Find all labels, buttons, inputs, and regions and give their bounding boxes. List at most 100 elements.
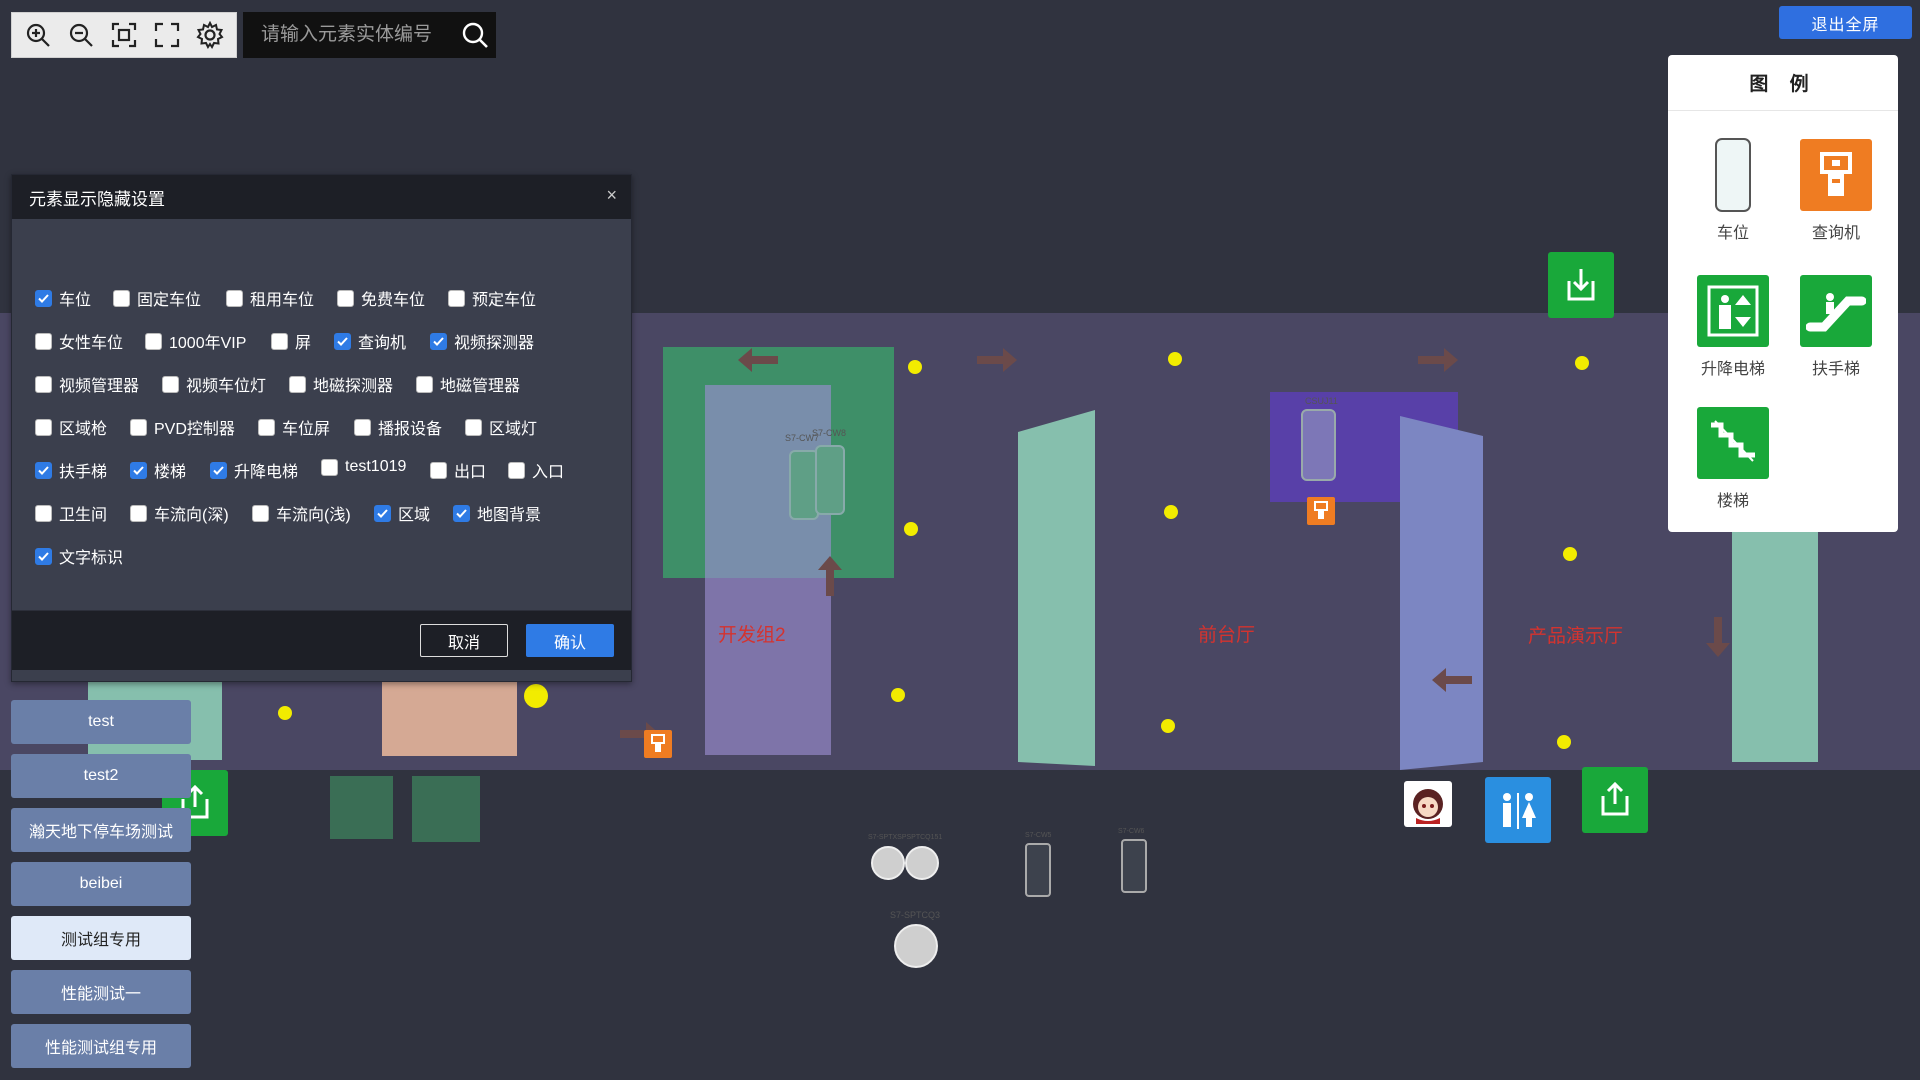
zoom-in-icon[interactable] <box>20 17 56 53</box>
checkbox-box[interactable] <box>354 418 371 436</box>
checkbox-option[interactable]: 出口 <box>430 458 486 482</box>
checkbox-option[interactable]: 车位 <box>35 286 91 310</box>
checkbox-box[interactable] <box>35 375 52 393</box>
checkbox-option[interactable]: 卫生间 <box>35 501 107 525</box>
checkbox-option[interactable]: 区域 <box>374 501 430 525</box>
checkbox-box[interactable] <box>289 375 306 393</box>
checkbox-option[interactable]: 屏 <box>271 329 311 353</box>
checkbox-box[interactable] <box>465 418 482 436</box>
parking-space-cw5[interactable] <box>1025 843 1051 897</box>
checkbox-box[interactable] <box>374 504 391 522</box>
checkbox-box[interactable] <box>210 461 227 479</box>
search-input[interactable] <box>259 23 453 47</box>
checkbox-box[interactable] <box>334 332 351 350</box>
group-button[interactable]: 性能测试组专用 <box>11 1024 191 1068</box>
checkbox-box[interactable] <box>35 289 52 307</box>
exit-icon[interactable] <box>1582 767 1648 833</box>
checkbox-box[interactable] <box>453 504 470 522</box>
checkbox-box[interactable] <box>271 332 288 350</box>
checkbox-box[interactable] <box>35 332 52 350</box>
checkbox-box[interactable] <box>35 504 52 522</box>
checkbox-box[interactable] <box>448 289 465 307</box>
checkbox-option[interactable]: test1019 <box>321 458 406 476</box>
map-point[interactable] <box>1557 735 1571 749</box>
parking-space-cw6[interactable] <box>1121 839 1147 893</box>
map-point[interactable] <box>908 360 922 374</box>
restroom-icon[interactable] <box>1485 777 1551 843</box>
checkbox-option[interactable]: 车流向(深) <box>130 501 229 525</box>
checkbox-box[interactable] <box>337 289 354 307</box>
checkbox-option[interactable]: 地磁探测器 <box>289 372 393 396</box>
group-button[interactable]: beibei <box>11 862 191 906</box>
map-point[interactable] <box>1575 356 1589 370</box>
exit-icon[interactable] <box>1548 252 1614 318</box>
checkbox-option[interactable]: 文字标识 <box>35 544 123 568</box>
checkbox-box[interactable] <box>430 461 447 479</box>
exit-fullscreen-button[interactable]: 退出全屏 <box>1779 6 1912 39</box>
kiosk-icon[interactable] <box>1307 497 1335 525</box>
group-button[interactable]: 瀚天地下停车场测试 <box>11 808 191 852</box>
parking-space-csuj11[interactable] <box>1301 409 1336 481</box>
checkbox-option[interactable]: 租用车位 <box>226 286 314 310</box>
group-button[interactable]: test <box>11 700 191 744</box>
checkbox-box[interactable] <box>130 418 147 436</box>
checkbox-box[interactable] <box>226 289 243 307</box>
cancel-button[interactable]: 取消 <box>420 624 508 657</box>
checkbox-box[interactable] <box>35 547 52 565</box>
checkbox-box[interactable] <box>162 375 179 393</box>
kiosk-icon[interactable] <box>644 730 672 758</box>
map-point-large[interactable] <box>524 684 548 708</box>
checkbox-box[interactable] <box>35 418 52 436</box>
fullscreen-icon[interactable] <box>149 17 185 53</box>
checkbox-box[interactable] <box>252 504 269 522</box>
checkbox-box[interactable] <box>35 461 52 479</box>
checkbox-option[interactable]: 扶手梯 <box>35 458 107 482</box>
group-button[interactable]: 测试组专用 <box>11 916 191 960</box>
checkbox-option[interactable]: 地图背景 <box>453 501 541 525</box>
checkbox-option[interactable]: 视频探测器 <box>430 329 534 353</box>
group-button[interactable]: 性能测试一 <box>11 970 191 1014</box>
map-point[interactable] <box>904 522 918 536</box>
checkbox-option[interactable]: 预定车位 <box>448 286 536 310</box>
checkbox-box[interactable] <box>130 504 147 522</box>
checkbox-option[interactable]: 查询机 <box>334 329 406 353</box>
checkbox-box[interactable] <box>416 375 433 393</box>
checkbox-box[interactable] <box>113 289 130 307</box>
checkbox-box[interactable] <box>508 461 525 479</box>
checkbox-option[interactable]: 升降电梯 <box>210 458 298 482</box>
map-zone-dark-green-1[interactable] <box>330 776 393 839</box>
group-button[interactable]: test2 <box>11 754 191 798</box>
map-point[interactable] <box>1164 505 1178 519</box>
checkbox-option[interactable]: 地磁管理器 <box>416 372 520 396</box>
checkbox-box[interactable] <box>130 461 147 479</box>
checkbox-option[interactable]: 女性车位 <box>35 329 123 353</box>
checkbox-option[interactable]: 1000年VIP <box>145 329 246 353</box>
search-icon[interactable] <box>453 12 496 58</box>
map-point[interactable] <box>891 688 905 702</box>
checkbox-option[interactable]: 免费车位 <box>337 286 425 310</box>
checkbox-box[interactable] <box>145 332 162 350</box>
map-point[interactable] <box>1168 352 1182 366</box>
fit-view-icon[interactable] <box>106 17 142 53</box>
avatar[interactable] <box>1404 781 1452 827</box>
checkbox-option[interactable]: 车位屏 <box>258 415 330 439</box>
zoom-out-icon[interactable] <box>63 17 99 53</box>
checkbox-option[interactable]: 视频车位灯 <box>162 372 266 396</box>
map-zone-teal-1[interactable] <box>1018 410 1098 766</box>
close-icon[interactable]: × <box>606 185 617 206</box>
checkbox-option[interactable]: 视频管理器 <box>35 372 139 396</box>
parking-space-cw8[interactable] <box>815 445 845 515</box>
map-point[interactable] <box>1161 719 1175 733</box>
checkbox-option[interactable]: 固定车位 <box>113 286 201 310</box>
checkbox-option[interactable]: PVD控制器 <box>130 415 235 439</box>
camera-icon[interactable] <box>894 924 938 968</box>
map-zone-blue[interactable] <box>1400 416 1484 770</box>
confirm-button[interactable]: 确认 <box>526 624 614 657</box>
checkbox-option[interactable]: 楼梯 <box>130 458 186 482</box>
checkbox-option[interactable]: 区域枪 <box>35 415 107 439</box>
checkbox-box[interactable] <box>258 418 275 436</box>
camera-icon[interactable] <box>905 846 939 880</box>
checkbox-option[interactable]: 车流向(浅) <box>252 501 351 525</box>
map-point[interactable] <box>1563 547 1577 561</box>
checkbox-option[interactable]: 区域灯 <box>465 415 537 439</box>
